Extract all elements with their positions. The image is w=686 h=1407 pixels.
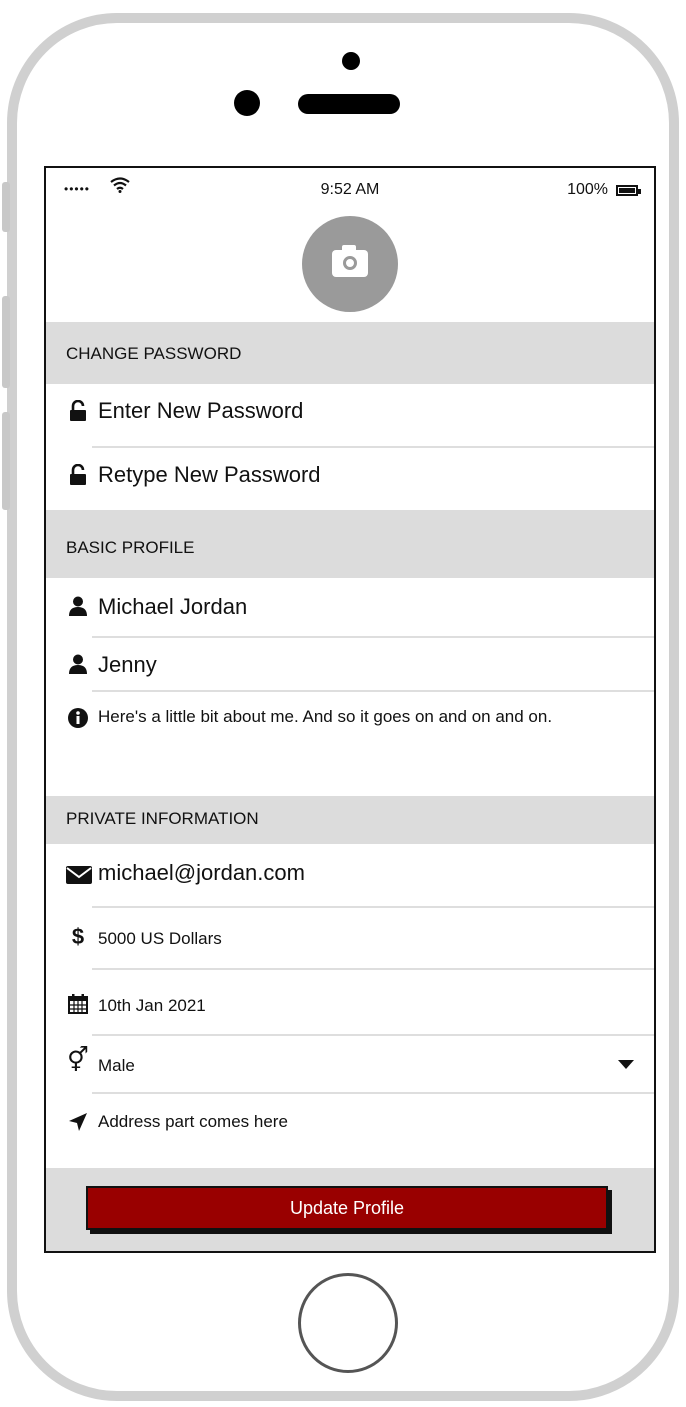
gender-value: Male [98, 1056, 135, 1075]
address-field[interactable]: Address part comes here [46, 1094, 654, 1168]
address-value: Address part comes here [98, 1112, 288, 1131]
date-field[interactable]: 10th Jan 2021 [46, 970, 654, 1034]
volume-down-button [2, 412, 10, 510]
info-icon [66, 708, 90, 733]
nickname-value: Jenny [98, 652, 157, 677]
section-change-password: CHANGE PASSWORD [46, 322, 654, 384]
speaker-grille [298, 94, 400, 114]
salary-field[interactable]: $ 5000 US Dollars [46, 908, 654, 968]
unlock-icon [66, 399, 90, 427]
screen: ••••• 9:52 AM 100% CHANGE PASSWORD Enter… [44, 166, 656, 1253]
section-title: BASIC PROFILE [66, 538, 195, 557]
date-value: 10th Jan 2021 [98, 996, 206, 1015]
action-bar: Update Profile [46, 1168, 654, 1251]
retype-password-field[interactable]: Retype New Password [46, 448, 654, 510]
battery-percent: 100% [567, 181, 608, 198]
new-password-placeholder: Enter New Password [98, 398, 304, 423]
retype-password-placeholder: Retype New Password [98, 462, 321, 487]
calendar-icon [66, 994, 90, 1019]
update-profile-button[interactable]: Update Profile [86, 1186, 608, 1230]
status-time: 9:52 AM [320, 181, 380, 198]
new-password-field[interactable]: Enter New Password [46, 384, 654, 446]
user-icon [66, 654, 90, 679]
profile-photo-button[interactable] [302, 216, 398, 312]
email-field[interactable]: michael@jordan.com [46, 844, 654, 906]
status-bar: ••••• 9:52 AM 100% [46, 168, 654, 214]
email-value: michael@jordan.com [98, 860, 305, 885]
user-icon [66, 596, 90, 621]
camera-icon [332, 245, 368, 277]
battery-icon [616, 185, 641, 196]
gender-icon: ⚥ [67, 1047, 89, 1074]
chevron-down-icon[interactable] [618, 1060, 634, 1069]
name-field[interactable]: Michael Jordan [46, 578, 654, 636]
section-basic-profile: BASIC PROFILE [46, 510, 654, 578]
envelope-icon [66, 866, 92, 889]
dollar-icon: $ [71, 924, 85, 949]
section-private-information: PRIVATE INFORMATION [46, 796, 654, 844]
location-arrow-icon [66, 1112, 90, 1137]
name-value: Michael Jordan [98, 594, 248, 619]
gender-select[interactable]: ⚥ Male [46, 1036, 654, 1092]
home-button[interactable] [298, 1273, 398, 1373]
section-title: PRIVATE INFORMATION [66, 809, 259, 828]
front-sensor [234, 90, 260, 116]
bio-value: Here's a little bit about me. And so it … [98, 707, 553, 726]
mute-switch [2, 182, 10, 232]
unlock-icon [66, 463, 90, 491]
bio-field[interactable]: Here's a little bit about me. And so it … [46, 692, 654, 796]
camera-dot [342, 52, 360, 70]
salary-value: 5000 US Dollars [98, 929, 222, 948]
section-title: CHANGE PASSWORD [66, 344, 242, 363]
volume-up-button [2, 296, 10, 388]
nickname-field[interactable]: Jenny [46, 638, 654, 690]
